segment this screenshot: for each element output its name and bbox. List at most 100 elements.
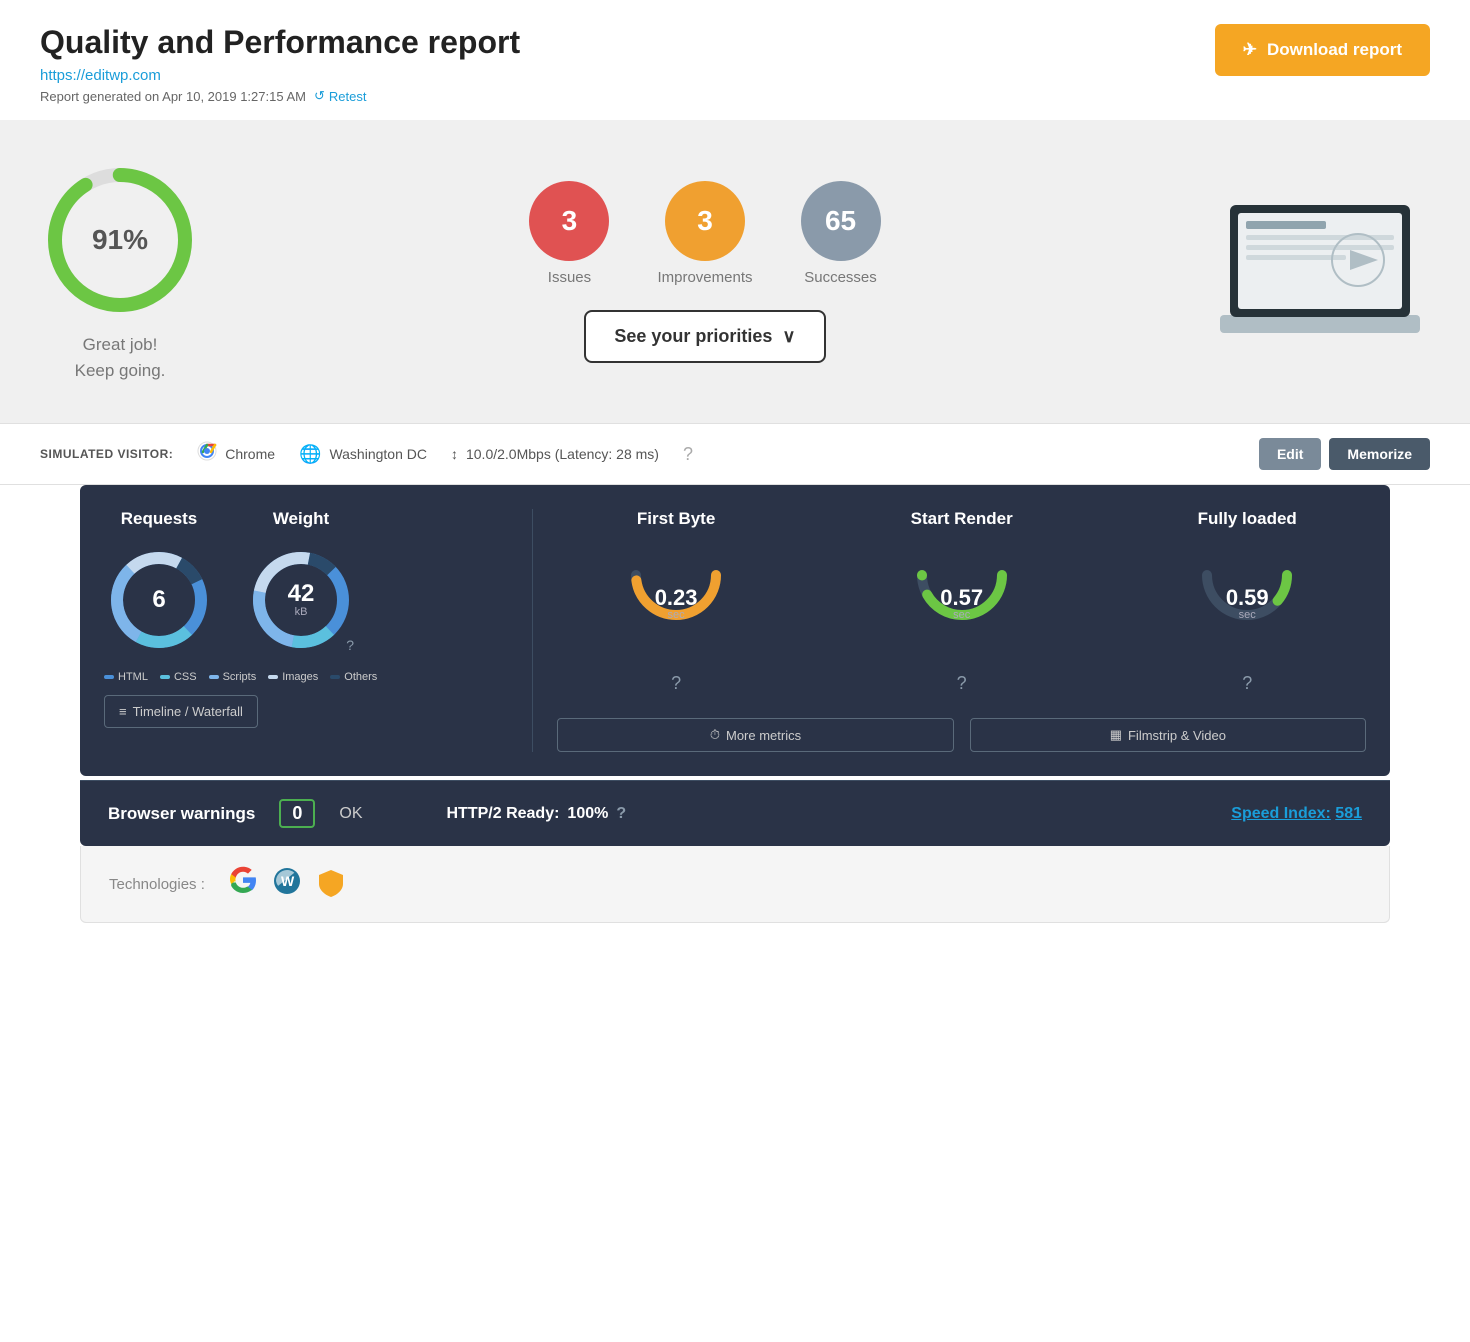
successes-metric: 65 Successes [801, 181, 881, 286]
retest-label: Retest [329, 89, 367, 104]
warnings-ok: OK [339, 805, 362, 823]
requests-col: Requests 6 [104, 509, 214, 655]
chrome-icon [197, 441, 217, 467]
chart-legend: HTML CSS Scripts Images Others [104, 671, 508, 683]
metrics-circles: 3 Issues 3 Improvements 65 Successes [529, 181, 880, 286]
google-icon [229, 866, 257, 902]
speed-index-section: Speed Index: 581 [1231, 805, 1362, 823]
visitor-actions: Edit Memorize [1259, 438, 1430, 470]
wordpress-icon: W [273, 867, 301, 902]
first-byte-title: First Byte [637, 509, 715, 529]
weight-title: Weight [273, 509, 329, 529]
http2-value: 100% [567, 805, 608, 823]
visitor-bar: SIMULATED VISITOR: Chrome 🌐 Washington D… [0, 423, 1470, 485]
legend-css: CSS [160, 671, 197, 683]
laptop-illustration [1210, 185, 1430, 358]
technologies-bar: Technologies : W [80, 846, 1390, 923]
more-metrics-button[interactable]: ⏱ More metrics [557, 718, 953, 752]
legend-scripts: Scripts [209, 671, 257, 683]
timeline-waterfall-button[interactable]: ≡ Timeline / Waterfall [104, 695, 258, 728]
first-byte-section: First Byte 0.23 sec ? [557, 509, 795, 694]
tech-label: Technologies : [109, 876, 205, 893]
req-weight-row: Requests 6 [104, 509, 508, 655]
score-container: 91% Great job! Keep going. [40, 160, 200, 383]
score-label: Great job! Keep going. [75, 332, 166, 383]
summary-section: 91% Great job! Keep going. 3 Issues 3 Im… [0, 120, 1470, 423]
http2-label: HTTP/2 Ready: [447, 805, 560, 823]
download-label: Download report [1267, 40, 1402, 60]
improvements-label: Improvements [657, 269, 752, 286]
weight-help-icon[interactable]: ? [346, 637, 354, 653]
clock-icon: ⏱ [710, 727, 720, 743]
fully-loaded-help-icon[interactable]: ? [1242, 673, 1252, 694]
visitor-label: SIMULATED VISITOR: [40, 447, 173, 461]
start-render-value: 0.57 sec [940, 585, 983, 621]
metrics-center: 3 Issues 3 Improvements 65 Successes See… [529, 181, 880, 363]
speed-info: ↕ 10.0/2.0Mbps (Latency: 28 ms) [451, 446, 659, 462]
site-url-link[interactable]: https://editwp.com [40, 67, 520, 84]
legend-others: Others [330, 671, 377, 683]
location-name: Washington DC [329, 446, 427, 462]
first-byte-help-icon[interactable]: ? [671, 673, 681, 694]
issues-metric: 3 Issues [529, 181, 609, 286]
performance-panel: Requests 6 [80, 485, 1390, 776]
requests-value: 6 [152, 588, 165, 612]
edit-visitor-button[interactable]: Edit [1259, 438, 1321, 470]
help-circle-icon[interactable]: ? [683, 444, 693, 465]
first-byte-value: 0.23 sec [655, 585, 698, 621]
page-title: Quality and Performance report [40, 24, 520, 61]
start-render-section: Start Render 0.57 sec ? [843, 509, 1081, 694]
start-render-help-icon[interactable]: ? [957, 673, 967, 694]
requests-weight-section: Requests 6 [104, 509, 533, 752]
legend-html: HTML [104, 671, 148, 683]
http2-help-icon[interactable]: ? [616, 805, 626, 823]
retest-link[interactable]: ↺ Retest [314, 88, 366, 104]
successes-count: 65 [825, 205, 856, 237]
successes-label: Successes [804, 269, 877, 286]
fully-loaded-value: 0.59 sec [1226, 585, 1269, 621]
film-icon: ▦ [1110, 727, 1122, 743]
warnings-label: Browser warnings [108, 804, 255, 824]
browser-name: Chrome [225, 446, 275, 462]
issues-circle: 3 [529, 181, 609, 261]
speed-panels-row: First Byte 0.23 sec ? [557, 509, 1366, 694]
fully-loaded-section: Fully loaded 0.59 sec ? [1128, 509, 1366, 694]
issues-count: 3 [562, 205, 578, 237]
retest-icon: ↺ [314, 88, 325, 104]
chevron-down-icon: ∨ [782, 326, 795, 347]
filmstrip-video-button[interactable]: ▦ Filmstrip & Video [970, 718, 1366, 752]
improvements-circle: 3 [665, 181, 745, 261]
weight-donut: 42 kB ? [246, 545, 356, 655]
score-donut: 91% [40, 160, 200, 320]
issues-label: Issues [548, 269, 591, 286]
performance-wrapper: Requests 6 [0, 485, 1470, 846]
memorize-button[interactable]: Memorize [1329, 438, 1430, 470]
download-icon: ✈ [1243, 40, 1257, 60]
browser-info: Chrome [197, 441, 275, 467]
score-value: 91% [92, 224, 148, 256]
speed-index-value[interactable]: 581 [1335, 805, 1362, 822]
timeline-icon: ≡ [119, 704, 127, 719]
svg-text:W: W [281, 873, 295, 889]
header-left: Quality and Performance report https://e… [40, 24, 520, 104]
speed-value: 10.0/2.0Mbps (Latency: 28 ms) [466, 446, 659, 462]
speed-metrics-section: First Byte 0.23 sec ? [533, 509, 1366, 752]
see-priorities-button[interactable]: See your priorities ∨ [584, 310, 825, 363]
location-info: 🌐 Washington DC [299, 444, 427, 465]
weight-col: Weight 42 kB ? [246, 509, 356, 655]
legend-images: Images [268, 671, 318, 683]
speed-icon: ↕ [451, 446, 458, 462]
download-report-button[interactable]: ✈ Download report [1215, 24, 1430, 76]
successes-circle: 65 [801, 181, 881, 261]
http2-section: HTTP/2 Ready: 100% ? [447, 805, 627, 823]
tech-icons: W [229, 866, 345, 902]
page-header: Quality and Performance report https://e… [0, 0, 1470, 120]
improvements-metric: 3 Improvements [657, 181, 752, 286]
speed-buttons: ⏱ More metrics ▦ Filmstrip & Video [557, 710, 1366, 752]
globe-icon: 🌐 [299, 444, 321, 465]
requests-title: Requests [121, 509, 198, 529]
start-render-title: Start Render [911, 509, 1013, 529]
report-date: Report generated on Apr 10, 2019 1:27:15… [40, 89, 306, 104]
start-render-donut: 0.57 sec [902, 545, 1022, 665]
speed-index-label: Speed Index: [1231, 805, 1331, 822]
